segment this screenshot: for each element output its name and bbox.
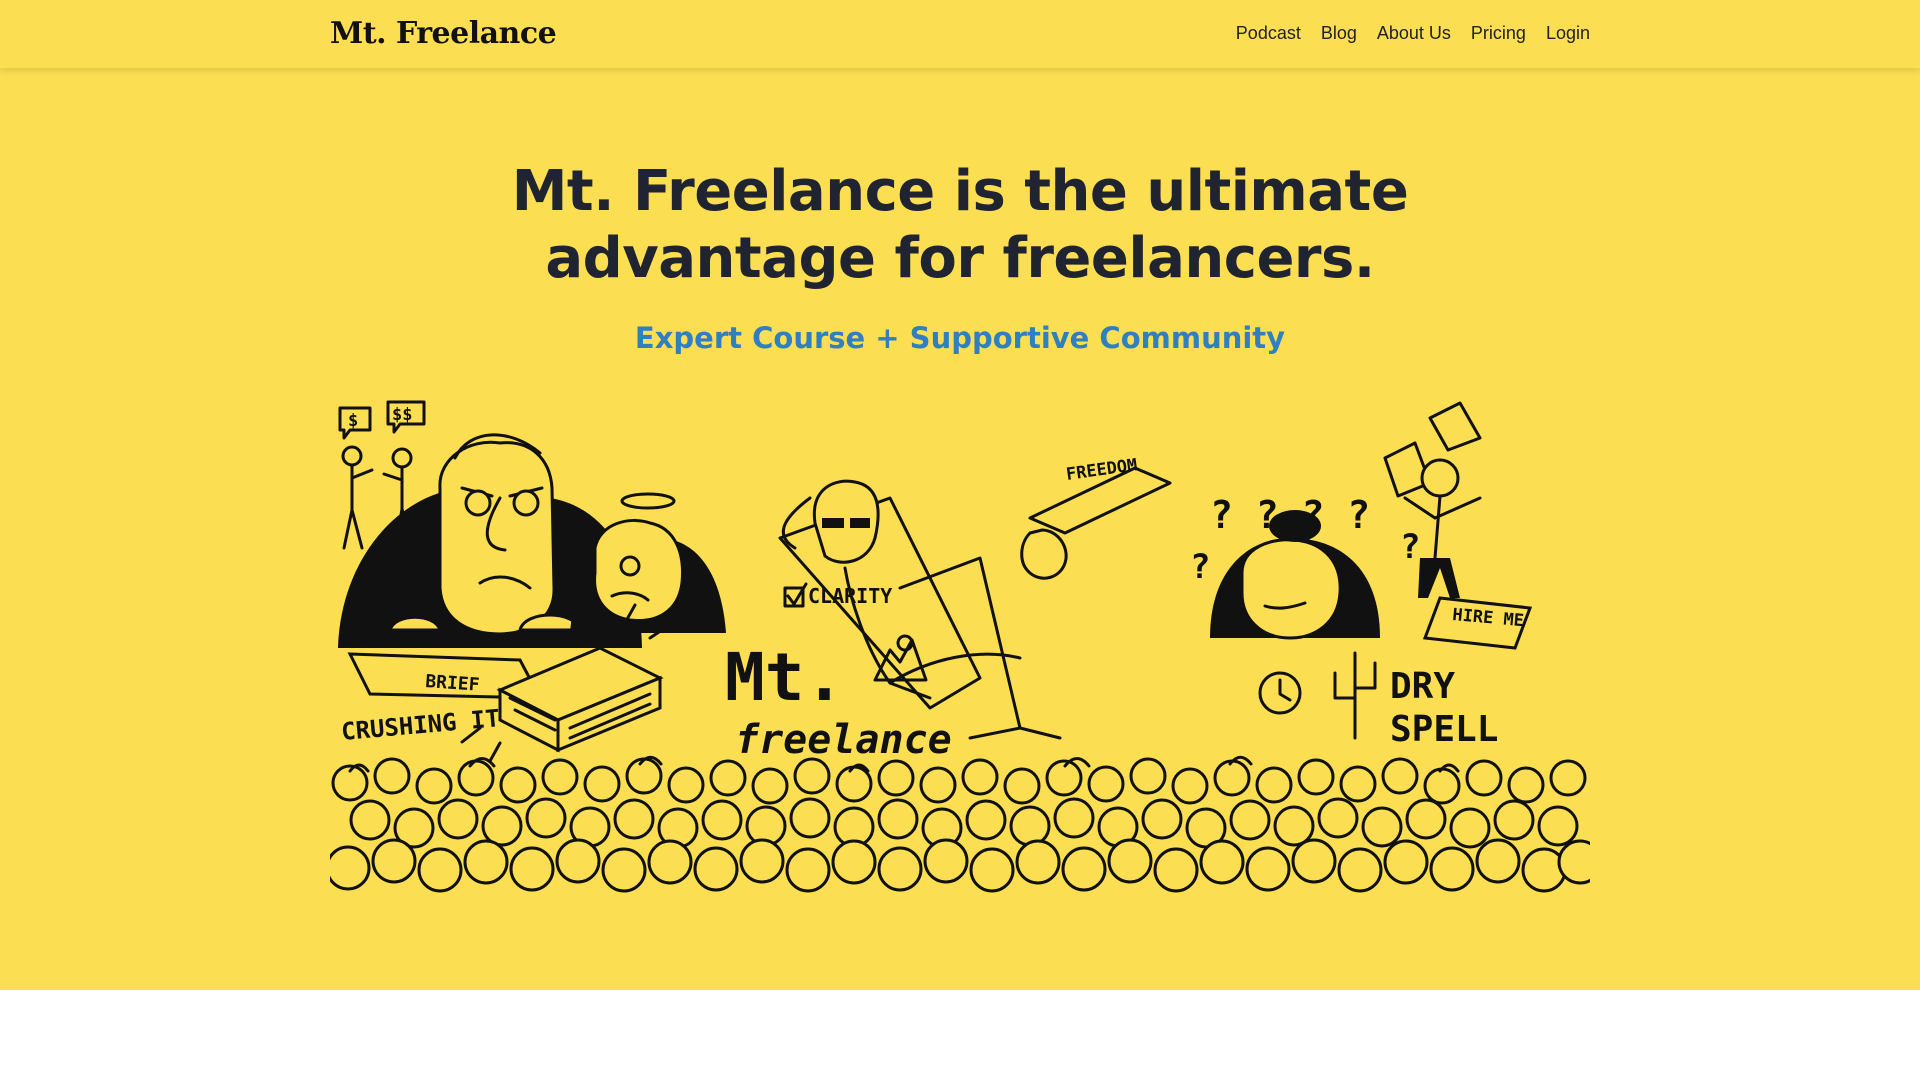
nav-login[interactable]: Login — [1546, 20, 1590, 46]
svg-text:$: $ — [348, 411, 358, 431]
crushing-it-label: CRUSHING IT — [340, 704, 501, 746]
svg-text:DRY: DRY — [1390, 666, 1455, 707]
svg-text:FREEDOM: FREEDOM — [1065, 455, 1139, 485]
nav-podcast[interactable]: Podcast — [1236, 20, 1301, 46]
svg-text:?: ? — [1400, 527, 1420, 567]
nav-blog[interactable]: Blog — [1321, 20, 1357, 46]
hero-subhead: Expert Course + Supportive Community — [634, 321, 1286, 355]
mt-freelance-scribble-logo: Mt. freelance — [725, 634, 952, 763]
nav-about-us[interactable]: About Us — [1377, 20, 1451, 46]
dry-spell-doodle: DRY SPELL — [1258, 651, 1498, 750]
page: Mt. Freelance Podcast Blog About Us Pric… — [0, 0, 1920, 1080]
crowd-of-freelancers-doodle — [330, 755, 1590, 893]
freelance-doodle-svg: $ $$ BRIEF CRUSHING IT CLARITY Mt. freel… — [330, 400, 1590, 893]
nav-pricing[interactable]: Pricing — [1471, 20, 1526, 46]
hero-headline: Mt. Freelance is the ultimate advantage … — [511, 159, 1409, 291]
hire-me-freelancer-doodle: HIRE ME — [1383, 401, 1533, 650]
svg-text:Mt.: Mt. — [725, 639, 844, 716]
svg-text:SPELL: SPELL — [1390, 709, 1498, 750]
svg-text:freelance: freelance — [735, 717, 952, 763]
page-content-start — [0, 990, 1920, 1080]
confused-freelancer-doodle: ? ? ? ? ? ? — [1190, 493, 1420, 640]
hero-illustration: $ $$ BRIEF CRUSHING IT CLARITY Mt. freel… — [330, 398, 1590, 1058]
svg-text:?: ? — [1190, 547, 1210, 587]
svg-text:BRIEF: BRIEF — [425, 671, 481, 696]
main-nav: Podcast Blog About Us Pricing Login — [1236, 20, 1590, 46]
svg-text:$$: $$ — [392, 405, 412, 425]
site-header: Mt. Freelance Podcast Blog About Us Pric… — [0, 0, 1920, 68]
hero-section: Mt. Freelance is the ultimate advantage … — [0, 68, 1920, 990]
site-logo[interactable]: Mt. Freelance — [330, 14, 557, 54]
